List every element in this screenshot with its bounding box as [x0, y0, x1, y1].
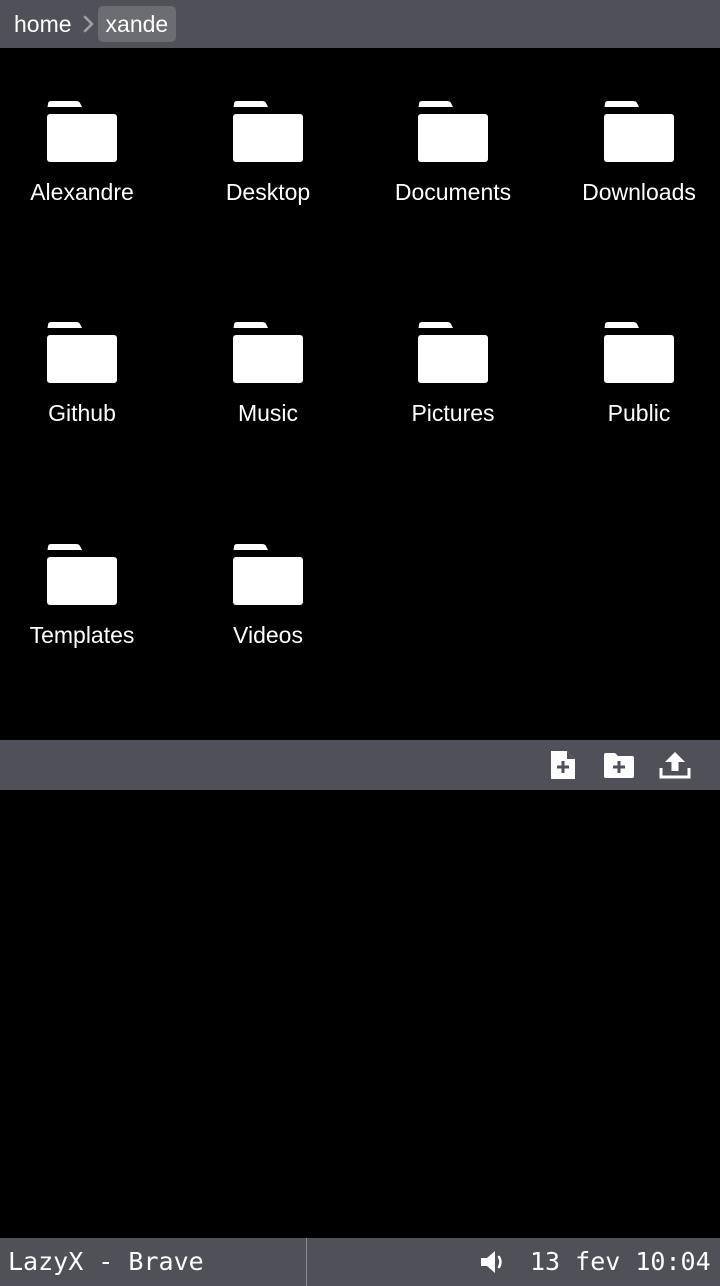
volume-icon[interactable]: [478, 1248, 510, 1276]
file-item-label: Documents: [394, 179, 512, 205]
file-item-label: Videos: [233, 622, 303, 648]
taskbar: LazyX - Brave 13 fev 10:04: [0, 1238, 720, 1286]
file-item-alexandre[interactable]: Alexandre: [0, 48, 172, 248]
file-item-label: Github: [48, 400, 116, 426]
file-item-templates[interactable]: Templates: [0, 491, 172, 691]
folder-icon: [603, 321, 675, 385]
file-item-downloads[interactable]: Downloads: [549, 48, 720, 248]
folder-icon: [417, 100, 489, 164]
file-item-videos[interactable]: Videos: [178, 491, 358, 691]
breadcrumb-item-home[interactable]: home: [6, 6, 80, 42]
file-item-label: Pictures: [411, 400, 495, 426]
file-item-public[interactable]: Public: [549, 269, 720, 469]
action-bar: [0, 740, 720, 790]
new-file-icon: [551, 751, 575, 779]
file-item-github[interactable]: Github: [0, 269, 172, 469]
folder-icon: [46, 321, 118, 385]
file-item-label: Downloads: [582, 179, 696, 205]
taskbar-divider: [306, 1238, 307, 1286]
file-item-desktop[interactable]: Desktop: [178, 48, 358, 248]
window-title[interactable]: LazyX - Brave: [8, 1238, 204, 1286]
new-folder-icon: [604, 753, 634, 778]
file-item-label: Music: [237, 400, 299, 426]
chevron-right-icon: [80, 10, 98, 38]
folder-icon: [46, 543, 118, 607]
file-item-music[interactable]: Music: [178, 269, 358, 469]
upload-button[interactable]: [658, 748, 692, 782]
upload-icon: [659, 752, 691, 779]
file-item-pictures[interactable]: Pictures: [363, 269, 543, 469]
folder-icon: [232, 321, 304, 385]
breadcrumb-item-current[interactable]: xande: [97, 6, 177, 42]
file-item-label: Public: [607, 400, 671, 426]
file-item-documents[interactable]: Documents: [363, 48, 543, 248]
folder-icon: [417, 321, 489, 385]
folder-icon: [603, 100, 675, 164]
file-item-label: Desktop: [225, 179, 311, 205]
folder-icon: [232, 100, 304, 164]
file-manager-screen: home xande Alexandre Desktop Documents Down…: [0, 0, 720, 1286]
clock[interactable]: 13 fev 10:04: [530, 1238, 711, 1286]
folder-icon: [232, 543, 304, 607]
new-file-button[interactable]: [546, 748, 580, 782]
file-grid: Alexandre Desktop Documents Downloads Github…: [0, 48, 720, 740]
file-item-label: Templates: [29, 622, 135, 648]
new-folder-button[interactable]: [602, 748, 636, 782]
folder-icon: [46, 100, 118, 164]
file-item-label: Alexandre: [30, 179, 134, 205]
details-pane: [0, 790, 720, 1238]
breadcrumb: home xande: [0, 0, 720, 48]
